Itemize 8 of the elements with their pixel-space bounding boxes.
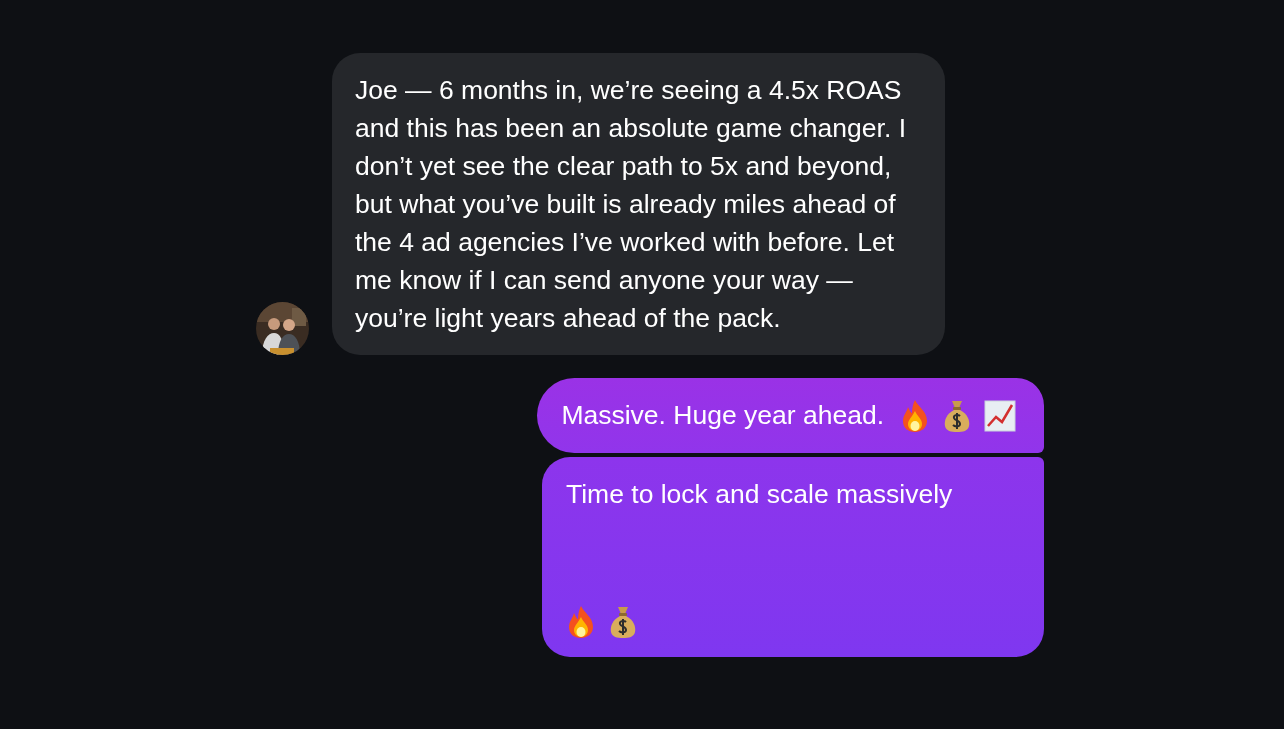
chart-increasing-icon	[984, 399, 1016, 432]
fire-icon	[566, 605, 596, 639]
message-text: Time to lock and scale massively	[566, 478, 954, 511]
money-bag-icon	[942, 398, 972, 433]
message-text: Massive. Huge year ahead.	[561, 398, 884, 432]
fire-icon	[900, 398, 930, 433]
money-bag-icon	[608, 605, 638, 639]
message-text: Joe — 6 months in, we’re seeing a 4.5x ROAS and this has been an absolute game changer. I don’t yet see the clear path to 5x and beyond, but what you’ve built is already miles ahead of the 4 ad agencies I’ve worked with before. Let me know if I can send anyone your way — you’re light years ahead of the pack.	[355, 74, 907, 335]
